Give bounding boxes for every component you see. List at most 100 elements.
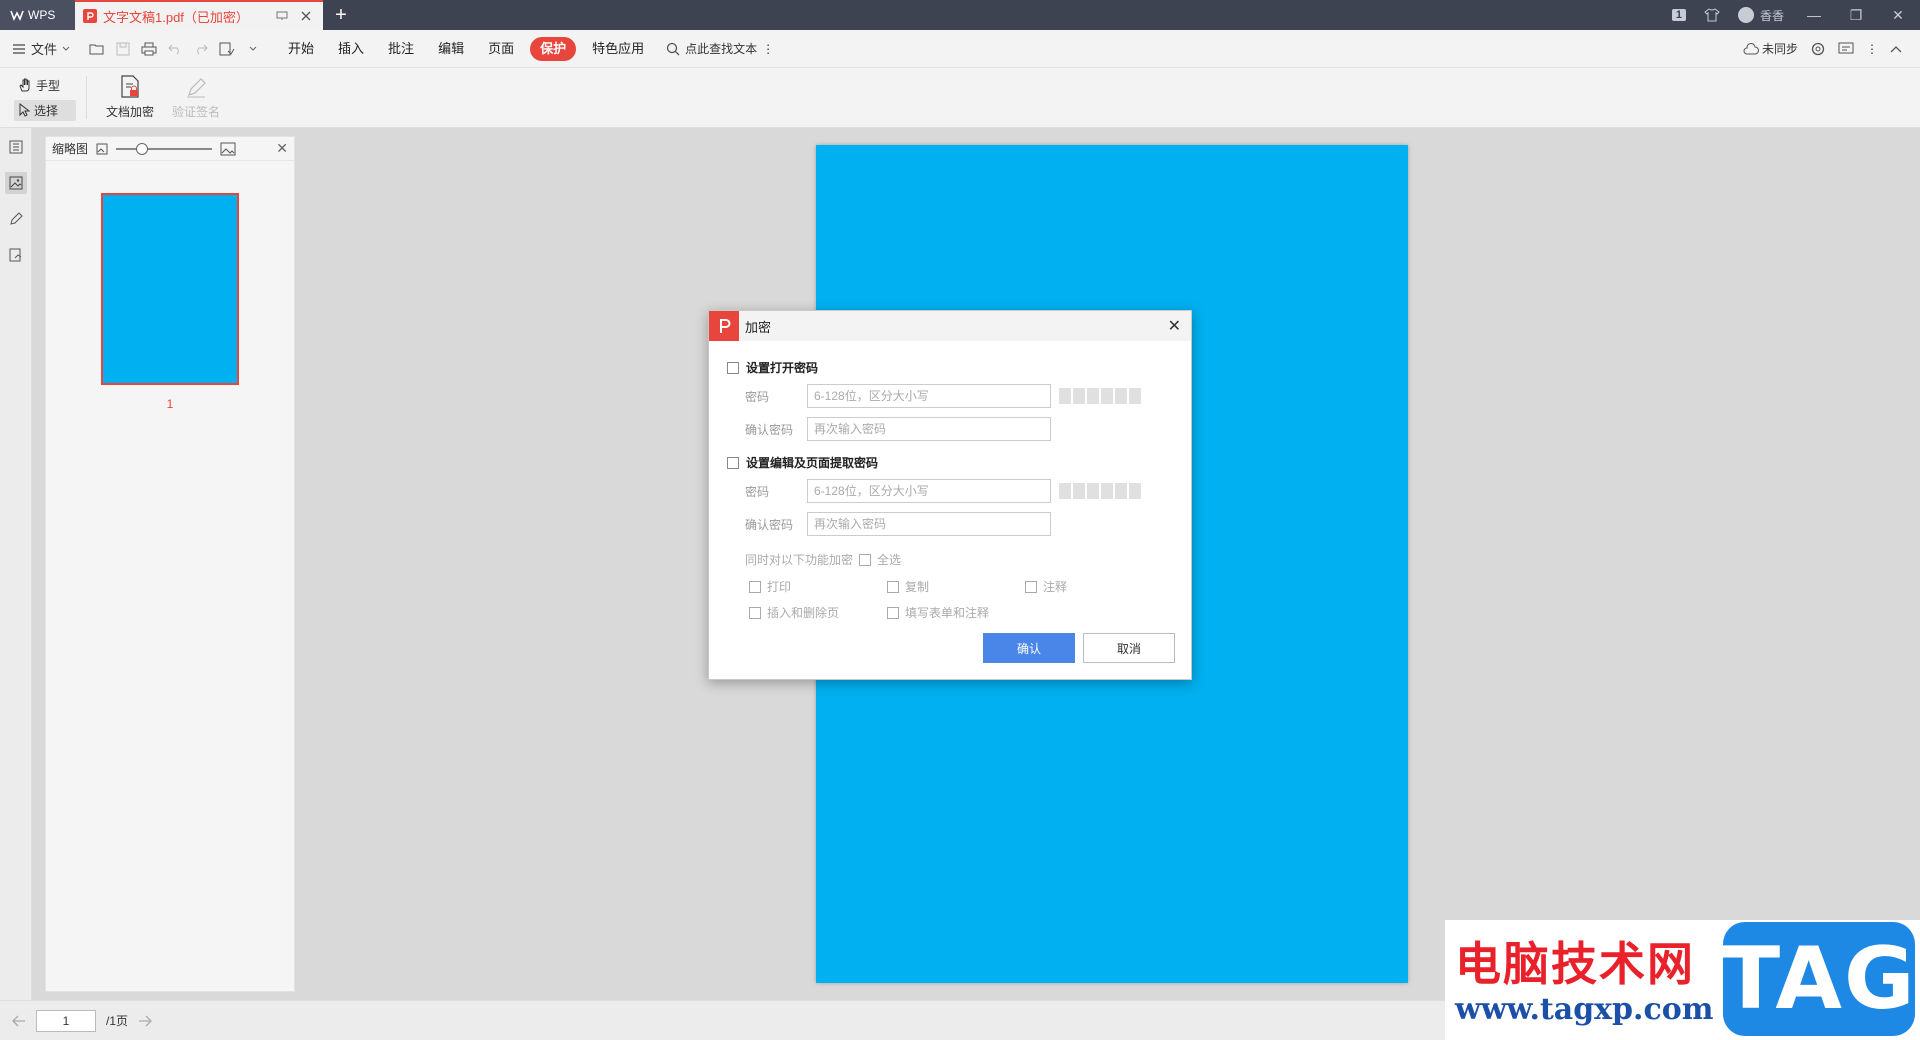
open-password-strength-meter [1059, 388, 1141, 404]
menubar-right: 未同步 ⋮ [1743, 40, 1920, 57]
zoom-in-image-icon[interactable] [220, 142, 236, 156]
menu-page[interactable]: 页面 [476, 37, 526, 61]
option-insert-delete-pages[interactable]: 插入和删除页 [749, 604, 839, 621]
zoom-out-image-icon[interactable] [96, 143, 108, 155]
menu-insert[interactable]: 插入 [326, 37, 376, 61]
wps-home-tab[interactable]: WPS [0, 0, 75, 30]
more-options-icon[interactable]: ⋮ [1866, 42, 1878, 56]
tab-close-icon[interactable] [297, 7, 315, 25]
bookmark-list-icon[interactable] [5, 136, 27, 158]
undo-icon[interactable] [162, 37, 188, 61]
select-all-checkbox[interactable] [859, 553, 872, 566]
menu-bar: 文件 开始 插入 批注 编辑 页面 保护 特色应用 点此查找文本 ⋮ 未同步 ⋮ [0, 30, 1920, 68]
find-text-search[interactable]: 点此查找文本 ⋮ [666, 40, 774, 57]
open-password-row: 密码 6-128位，区分大小写 [745, 384, 1141, 408]
fill-forms-checkbox[interactable] [887, 606, 899, 619]
settings-gear-icon[interactable] [1810, 41, 1826, 57]
also-encrypt-label: 同时对以下功能加密 [745, 553, 854, 567]
file-menu[interactable]: 文件 [12, 39, 70, 58]
wps-logo-icon [10, 9, 24, 21]
prev-page-icon[interactable] [12, 1015, 26, 1027]
edit-confirm-row: 确认密码 再次输入密码 [745, 512, 1051, 536]
menu-start[interactable]: 开始 [276, 37, 326, 61]
page-number-input[interactable]: 1 [36, 1009, 96, 1032]
option-copy[interactable]: 复制 [887, 578, 929, 595]
option-fill-forms[interactable]: 填写表单和注释 [887, 604, 989, 621]
page-thumbnail[interactable] [101, 193, 239, 385]
watermark-tag-logo: TAG [1721, 922, 1915, 1036]
option-print[interactable]: 打印 [749, 578, 791, 595]
document-tab[interactable]: 文字文稿1.pdf（已加密） [75, 0, 323, 30]
edit-password-input[interactable]: 6-128位，区分大小写 [807, 479, 1051, 503]
edit-confirm-input[interactable]: 再次输入密码 [807, 512, 1051, 536]
minimize-icon[interactable]: — [1802, 7, 1826, 23]
titlebar-right: 1 香香 — ❐ ✕ [1671, 0, 1920, 30]
skin-shirt-icon[interactable] [1704, 8, 1720, 22]
dialog-header: 加密 ✕ [709, 311, 1191, 341]
edit-password-checkbox[interactable] [727, 456, 739, 469]
total-pages-label: /1页 [106, 1014, 129, 1028]
menu-edit[interactable]: 编辑 [426, 37, 476, 61]
select-tool-button[interactable]: 选择 [14, 99, 76, 121]
option-annotate[interactable]: 注释 [1025, 578, 1067, 595]
redo-icon[interactable] [188, 37, 214, 61]
watermark-url: www.tagxp.com [1455, 992, 1714, 1027]
watermark-chinese-text: 电脑技术网 [1455, 937, 1695, 991]
convert-icon[interactable] [214, 37, 240, 61]
verify-signature-label: 验证签名 [171, 105, 220, 119]
window-count-badge[interactable]: 1 [1671, 9, 1686, 21]
more-chevron-icon[interactable] [240, 37, 266, 61]
annotation-pen-icon[interactable] [5, 208, 27, 230]
cancel-button[interactable]: 取消 [1083, 633, 1175, 663]
print-checkbox[interactable] [749, 580, 761, 593]
tab-pin-icon[interactable] [273, 7, 291, 25]
fill-forms-label: 填写表单和注释 [905, 606, 990, 620]
user-account[interactable]: 香香 [1737, 7, 1784, 24]
sync-status[interactable]: 未同步 [1743, 40, 1798, 57]
wps-tab-label: WPS [28, 8, 56, 22]
thumbnail-panel: 缩略图 ✕ 1 [45, 136, 295, 992]
open-confirm-input[interactable]: 再次输入密码 [807, 417, 1051, 441]
open-confirm-row: 确认密码 再次输入密码 [745, 417, 1051, 441]
confirm-button[interactable]: 确认 [983, 633, 1075, 663]
insert-delete-checkbox[interactable] [749, 606, 761, 619]
menu-annotate[interactable]: 批注 [376, 37, 426, 61]
collapse-ribbon-icon[interactable] [1890, 45, 1902, 53]
title-bar: WPS 文字文稿1.pdf（已加密） + 1 香香 — ❐ ✕ [0, 0, 1920, 30]
open-password-input[interactable]: 6-128位，区分大小写 [807, 384, 1051, 408]
feedback-icon[interactable] [1838, 42, 1854, 56]
encrypt-dialog: 加密 ✕ 设置打开密码 密码 6-128位，区分大小写 确认密码 再次输入密码 … [708, 310, 1192, 680]
slider-knob[interactable] [136, 142, 149, 155]
edit-password-section[interactable]: 设置编辑及页面提取密码 [727, 454, 878, 471]
open-folder-icon[interactable] [84, 37, 110, 61]
print-icon[interactable] [136, 37, 162, 61]
pdf-logo-icon [709, 311, 739, 341]
verify-signature-button[interactable]: 验证签名 [163, 68, 229, 127]
open-password-section[interactable]: 设置打开密码 [727, 359, 818, 376]
save-icon[interactable] [110, 37, 136, 61]
more-vertical-icon: ⋮ [762, 41, 775, 56]
open-password-field-label: 密码 [745, 389, 770, 404]
signature-panel-icon[interactable] [5, 244, 27, 266]
cloud-icon [1743, 42, 1759, 55]
menu-protect[interactable]: 保护 [530, 36, 577, 61]
search-icon [666, 42, 680, 56]
thumbnail-size-slider[interactable] [116, 142, 213, 155]
copy-checkbox[interactable] [887, 580, 899, 593]
restore-icon[interactable]: ❐ [1844, 7, 1868, 24]
open-password-checkbox[interactable] [727, 361, 739, 374]
document-encrypt-button[interactable]: 文档加密 [97, 68, 163, 127]
new-tab-button[interactable]: + [323, 0, 359, 30]
annotate-checkbox[interactable] [1025, 580, 1037, 593]
edit-confirm-field-label: 确认密码 [745, 517, 794, 532]
thumbnail-image-icon[interactable] [4, 172, 27, 194]
insert-delete-label: 插入和删除页 [767, 606, 840, 620]
hand-tool-label: 手型 [36, 78, 61, 93]
menu-special-apps[interactable]: 特色应用 [580, 37, 656, 61]
dialog-close-icon[interactable]: ✕ [1168, 316, 1181, 336]
next-page-icon[interactable] [138, 1015, 152, 1027]
hand-tool-button[interactable]: 手型 [14, 75, 76, 96]
close-window-icon[interactable]: ✕ [1886, 7, 1910, 24]
open-password-label: 设置打开密码 [746, 361, 819, 375]
close-panel-icon[interactable]: ✕ [276, 140, 288, 157]
